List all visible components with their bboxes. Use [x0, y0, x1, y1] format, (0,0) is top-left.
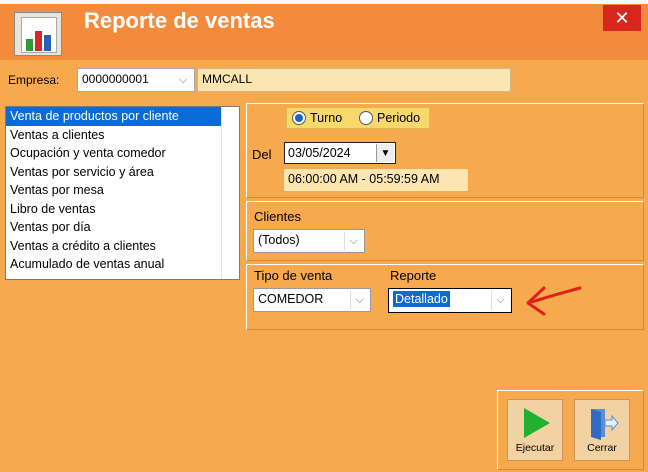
reporte-value: Detallado [393, 291, 450, 307]
exit-door-icon [591, 409, 619, 440]
clientes-label: Clientes [254, 209, 301, 224]
date-picker[interactable]: 03/05/2024 ▼ [284, 142, 396, 164]
period-mode-radio-group: Turno Periodo [286, 107, 430, 129]
list-scrollbar-track[interactable] [221, 107, 239, 279]
report-type-list[interactable]: Venta de productos por cliente Ventas a c… [5, 106, 240, 280]
list-item[interactable]: Venta de productos por cliente [6, 107, 239, 126]
list-item[interactable]: Ventas por día [6, 218, 239, 237]
radio-selected-icon [292, 111, 306, 125]
reporte-label: Reporte [390, 268, 437, 283]
empresa-code-value: 0000000001 [82, 72, 149, 86]
tipo-venta-combo[interactable]: COMEDOR ⌵ [253, 288, 371, 312]
del-label: Del [252, 147, 272, 162]
list-item[interactable]: Ventas por servicio y área [6, 163, 239, 182]
list-item[interactable]: Libro de ventas [6, 200, 239, 219]
list-item[interactable]: Ventas por mesa [6, 181, 239, 200]
close-button[interactable]: ✕ [603, 5, 641, 31]
calendar-dropdown-icon[interactable]: ▼ [376, 144, 394, 162]
list-item[interactable]: Ocupación y venta comedor [6, 144, 239, 163]
empresa-name-field: MMCALL [197, 68, 511, 92]
chevron-down-icon[interactable]: ⌵ [350, 291, 368, 309]
cerrar-button[interactable]: Cerrar [574, 399, 630, 461]
tipo-venta-value: COMEDOR [258, 292, 324, 306]
radio-periodo-label: Periodo [377, 111, 421, 125]
clientes-combo[interactable]: (Todos) ⌵ [253, 229, 365, 253]
radio-turno[interactable]: Turno [292, 111, 342, 125]
list-item[interactable]: Acumulado de ventas anual [6, 255, 239, 274]
tipo-venta-label: Tipo de venta [254, 268, 333, 283]
chevron-down-icon[interactable]: ⌵ [344, 232, 362, 250]
cerrar-label: Cerrar [587, 442, 617, 454]
close-icon: ✕ [614, 7, 630, 28]
reporte-combo[interactable]: Detallado ⌵ [388, 288, 512, 313]
ejecutar-label: Ejecutar [515, 442, 555, 454]
radio-unselected-icon [359, 111, 373, 125]
clientes-value: (Todos) [258, 233, 300, 247]
ejecutar-button[interactable]: Ejecutar [507, 399, 563, 461]
empresa-code-combo[interactable]: 0000000001 ⌵ [77, 68, 195, 92]
hour-range-display: 06:00:00 AM - 05:59:59 AM [284, 169, 468, 191]
chevron-down-icon[interactable]: ⌵ [174, 71, 192, 89]
report-chart-icon [14, 12, 62, 56]
radio-turno-label: Turno [310, 111, 343, 125]
radio-periodo[interactable]: Periodo [359, 111, 420, 125]
chevron-down-icon[interactable]: ⌵ [491, 291, 509, 310]
window-title: Reporte de ventas [84, 8, 275, 33]
play-icon [524, 408, 550, 438]
title-bar-edge [0, 0, 648, 4]
empresa-label: Empresa: [8, 73, 60, 87]
list-item[interactable]: Ventas a crédito a clientes [6, 237, 239, 256]
annotation-arrow-icon [526, 286, 582, 316]
date-value: 03/05/2024 [288, 146, 351, 160]
list-item[interactable]: Ventas a clientes [6, 126, 239, 145]
report-window: Reporte de ventas ✕ Empresa: 0000000001 … [0, 0, 648, 472]
